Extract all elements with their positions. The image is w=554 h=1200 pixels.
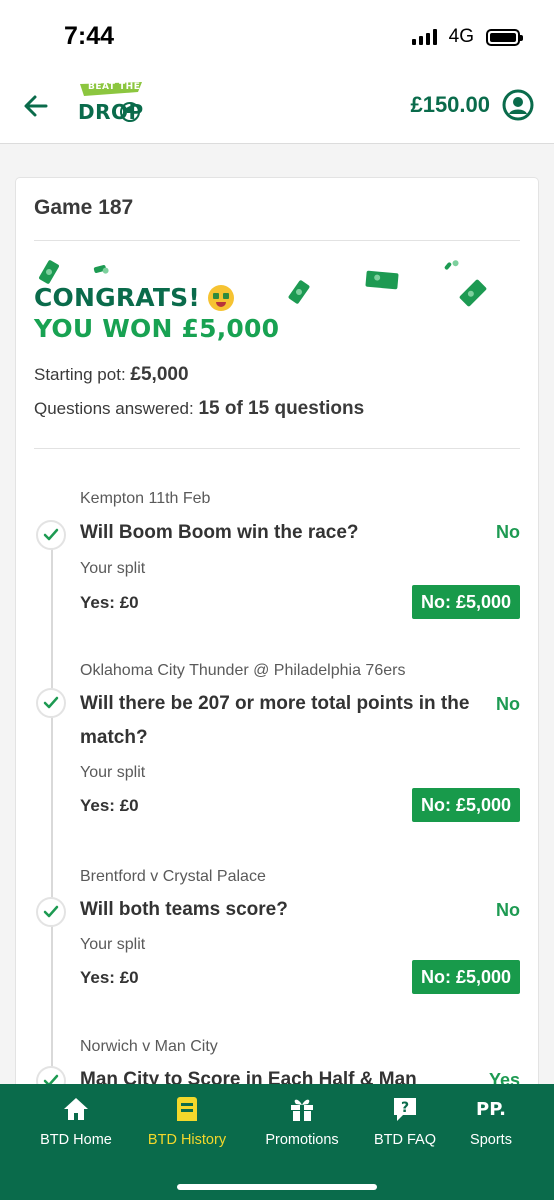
- question-event: Kempton 11th Feb: [80, 490, 211, 507]
- banknote-icon: [458, 278, 488, 308]
- banknote-icon: [93, 264, 107, 274]
- split-yes: Yes: £0: [80, 593, 139, 612]
- network-type: 4G: [448, 26, 474, 47]
- question-event: Brentford v Crystal Palace: [80, 868, 266, 885]
- split-label: Your split: [80, 936, 146, 953]
- split-yes: Yes: £0: [80, 796, 139, 815]
- banknote-icon: [38, 259, 60, 285]
- money-mouth-face-icon: [207, 284, 234, 311]
- nav-label: BTD Home: [40, 1132, 112, 1148]
- user-icon: [502, 89, 534, 121]
- question-answer: No: [496, 900, 520, 920]
- battery-icon: [486, 28, 523, 46]
- split-label: Your split: [80, 560, 146, 577]
- nav-item-promotions[interactable]: Promotions: [247, 1092, 357, 1148]
- starting-pot-value: £5,000: [130, 364, 189, 385]
- congrats-banner: CONGRATS! YOU WON £5,000: [34, 282, 279, 344]
- divider: [34, 240, 520, 241]
- nav-label: Promotions: [265, 1132, 339, 1148]
- banknote-icon: [365, 270, 399, 290]
- svg-text:?: ?: [401, 1100, 409, 1116]
- split-label: Your split: [80, 764, 146, 781]
- won-amount-text: YOU WON £5,000: [34, 314, 280, 343]
- status-indicators: 4G: [411, 26, 523, 48]
- nav-item-btd-home[interactable]: BTD Home: [21, 1092, 131, 1148]
- checkmark-icon: [36, 520, 66, 550]
- questions-answered: Questions answered: 15 of 15 questions: [34, 398, 364, 420]
- checkmark-icon: [36, 897, 66, 927]
- signal-icon: [411, 29, 437, 45]
- banknote-icon: [287, 279, 311, 305]
- back-button[interactable]: [18, 88, 54, 124]
- starting-pot-label: Starting pot:: [34, 365, 126, 384]
- nav-item-btd-history[interactable]: BTD History: [132, 1092, 242, 1148]
- home-indicator: [177, 1184, 377, 1190]
- status-time: 7:44: [64, 22, 115, 50]
- question-answer: No: [496, 694, 520, 714]
- status-bar: 7:44 4G: [0, 0, 554, 72]
- nav-label: BTD FAQ: [373, 1132, 437, 1148]
- pp-icon: PP.: [476, 1098, 506, 1120]
- questions-answered-value: 15 of 15 questions: [198, 398, 365, 419]
- split-no: No: £5,000: [411, 960, 520, 994]
- arrow-left-icon: [24, 95, 48, 117]
- home-icon: [59, 1092, 93, 1126]
- split-yes: Yes: £0: [80, 968, 139, 987]
- bottom-navigation: BTD Home BTD History Promotions ? BTD FA…: [0, 1084, 554, 1200]
- banknote-icon: [443, 261, 453, 271]
- split-no: No: £5,000: [411, 585, 520, 619]
- question-event: Norwich v Man City: [80, 1038, 218, 1055]
- questions-answered-label: Questions answered:: [34, 399, 194, 418]
- checkmark-icon: [36, 688, 66, 718]
- question-event: Oklahoma City Thunder @ Philadelphia 76e…: [80, 662, 406, 679]
- starting-pot: Starting pot: £5,000: [34, 364, 189, 386]
- question-text: Will there be 207 or more total points i…: [80, 693, 470, 748]
- faq-icon: ?: [388, 1092, 422, 1126]
- nav-label: BTD History: [147, 1132, 227, 1148]
- split-no: No: £5,000: [411, 788, 520, 822]
- game-title: Game 187: [34, 196, 134, 219]
- logo-top-text: BEAT THE: [88, 82, 141, 92]
- gift-icon: [285, 1092, 319, 1126]
- congrats-text: CONGRATS!: [34, 283, 200, 312]
- game-result-card: Game 187 CONGRATS! YOU WON £5,000 Starti…: [16, 178, 538, 1100]
- account-balance[interactable]: £150.00: [410, 92, 490, 118]
- question-answer: No: [496, 522, 520, 542]
- question-text: Will Boom Boom win the race?: [80, 522, 359, 543]
- nav-item-sports[interactable]: PP. Sports: [436, 1092, 546, 1149]
- logo-bottom-text: DROP: [78, 100, 144, 124]
- beat-the-drop-logo[interactable]: BEAT THE DROP: [74, 80, 148, 136]
- app-header: BEAT THE DROP £150.00: [0, 72, 554, 144]
- account-button[interactable]: [502, 89, 534, 121]
- nav-label: Sports: [470, 1132, 512, 1148]
- question-text: Will both teams score?: [80, 899, 288, 920]
- timeline-line: [51, 530, 53, 1100]
- divider: [34, 448, 520, 449]
- history-icon: [170, 1092, 204, 1126]
